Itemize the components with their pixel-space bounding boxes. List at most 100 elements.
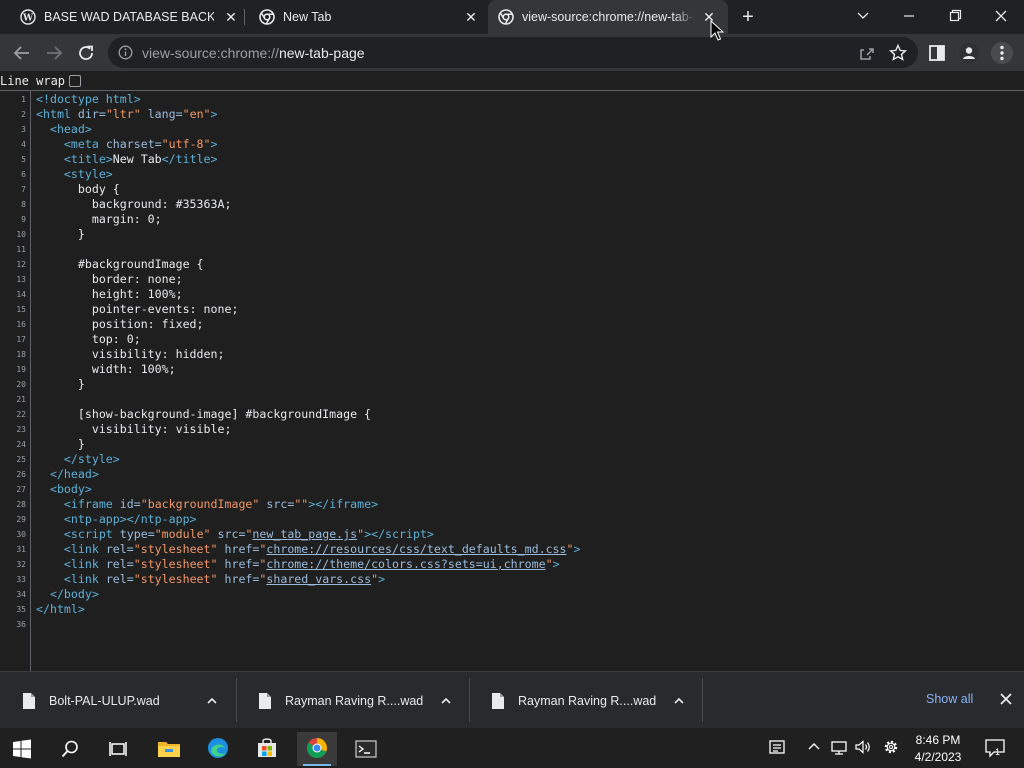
line-number: 13 bbox=[16, 275, 26, 284]
source-line: 33 <link rel="stylesheet" href="shared_v… bbox=[0, 572, 1000, 587]
line-number: 35 bbox=[16, 605, 26, 614]
line-source: <script type="module" src="new_tab_page.… bbox=[63, 527, 434, 541]
menu-dots-icon[interactable] bbox=[990, 41, 1014, 65]
source-line: 20 } bbox=[0, 377, 1000, 392]
line-number: 27 bbox=[16, 485, 26, 494]
share-icon[interactable] bbox=[855, 41, 879, 65]
line-number: 33 bbox=[16, 575, 26, 584]
search-icon bbox=[61, 740, 78, 758]
tab-title: New Tab bbox=[283, 10, 332, 24]
tab-close-icon[interactable]: ✕ bbox=[462, 8, 480, 26]
tab-base-wad[interactable]: W BASE WAD DATABASE BACKUP | WAD ✕ bbox=[0, 0, 244, 34]
line-source: <head> bbox=[49, 122, 92, 136]
system-clock[interactable]: 8:46 PM 4/2/2023 bbox=[908, 732, 968, 766]
forward-arrow-icon[interactable] bbox=[41, 40, 67, 66]
download-item[interactable]: Bolt-PAL-ULUP.wad bbox=[0, 680, 236, 722]
settings-gear-icon[interactable] bbox=[882, 738, 900, 756]
source-line: 1 <!doctype html> bbox=[0, 92, 1000, 107]
source-line: 25 </style> bbox=[0, 452, 1000, 467]
file-explorer-button[interactable] bbox=[149, 732, 189, 766]
line-number: 8 bbox=[21, 200, 26, 209]
profile-avatar-icon[interactable] bbox=[957, 41, 981, 65]
reload-icon[interactable] bbox=[73, 40, 99, 66]
chevron-up-icon[interactable] bbox=[672, 694, 686, 708]
chevron-up-icon[interactable] bbox=[439, 694, 453, 708]
source-line: 11 bbox=[0, 242, 1000, 257]
line-number: 14 bbox=[16, 290, 26, 299]
download-shelf: Bolt-PAL-ULUP.wad Rayman Raving R....wad… bbox=[0, 671, 1024, 728]
line-source: } bbox=[36, 377, 85, 391]
volume-icon[interactable] bbox=[854, 738, 872, 756]
terminal-button[interactable] bbox=[346, 732, 386, 766]
chevron-up-icon[interactable] bbox=[205, 694, 219, 708]
start-button[interactable] bbox=[2, 732, 42, 766]
download-item[interactable]: Rayman Raving R....wad bbox=[236, 680, 469, 722]
side-panel-icon[interactable] bbox=[925, 41, 949, 65]
line-source: height: 100%; bbox=[36, 287, 183, 301]
tab-view-source[interactable]: view-source:chrome://new-tab-page ✕ bbox=[488, 0, 728, 34]
line-number: 31 bbox=[16, 545, 26, 554]
minimize-icon[interactable] bbox=[894, 4, 924, 28]
line-source: visibility: hidden; bbox=[36, 347, 225, 361]
source-line: 5 <title>New Tab</title> bbox=[0, 152, 1000, 167]
tab-close-icon[interactable]: ✕ bbox=[222, 8, 240, 26]
source-line: 15 pointer-events: none; bbox=[0, 302, 1000, 317]
wordpress-icon: W bbox=[20, 9, 36, 25]
file-explorer-icon bbox=[158, 742, 180, 757]
tab-title: view-source:chrome://new-tab-page bbox=[522, 10, 695, 24]
download-item[interactable]: Rayman Raving R....wad bbox=[469, 680, 702, 722]
source-line: 29 <ntp-app></ntp-app> bbox=[0, 512, 1000, 527]
line-number: 6 bbox=[21, 170, 26, 179]
line-number: 10 bbox=[16, 230, 26, 239]
source-line: 18 visibility: hidden; bbox=[0, 347, 1000, 362]
news-widget-icon[interactable] bbox=[768, 738, 786, 756]
source-line: 17 top: 0; bbox=[0, 332, 1000, 347]
source-line: 2 <html dir="ltr" lang="en"> bbox=[0, 107, 1000, 122]
info-icon[interactable] bbox=[118, 45, 133, 60]
store-button[interactable] bbox=[247, 732, 287, 766]
new-tab-plus-icon[interactable]: + bbox=[738, 7, 758, 28]
line-wrap-checkbox[interactable] bbox=[69, 75, 82, 87]
chrome-icon bbox=[307, 738, 327, 758]
line-source: </html> bbox=[36, 602, 85, 616]
restore-icon[interactable] bbox=[940, 4, 970, 28]
download-filename: Rayman Raving R....wad bbox=[285, 694, 424, 708]
line-number: 28 bbox=[16, 500, 26, 509]
url-text: view-source:chrome://new-tab-page bbox=[142, 45, 365, 61]
show-all-downloads-link[interactable]: Show all bbox=[926, 692, 973, 706]
back-arrow-icon[interactable] bbox=[9, 40, 35, 66]
search-button[interactable] bbox=[50, 732, 90, 766]
tab-new-tab[interactable]: New Tab ✕ bbox=[244, 0, 488, 34]
line-number: 29 bbox=[16, 515, 26, 524]
line-source: visibility: visible; bbox=[36, 422, 232, 436]
source-line: 21 bbox=[0, 392, 1000, 407]
edge-button[interactable] bbox=[198, 732, 238, 766]
clock-time: 8:46 PM bbox=[915, 733, 961, 747]
chevron-up-icon[interactable] bbox=[805, 738, 823, 756]
network-icon[interactable] bbox=[830, 738, 848, 756]
line-number: 26 bbox=[16, 470, 26, 479]
tab-search-chevron-icon[interactable] bbox=[848, 4, 878, 28]
chrome-icon bbox=[498, 9, 514, 25]
close-window-icon[interactable] bbox=[986, 4, 1016, 28]
view-source-page: Line wrap 1 <!doctype html> 2 <html dir="lt… bbox=[0, 71, 1024, 671]
line-source: pointer-events: none; bbox=[36, 302, 239, 316]
file-icon bbox=[492, 693, 504, 709]
source-line: 12 #backgroundImage { bbox=[0, 257, 1000, 272]
bookmark-star-icon[interactable] bbox=[886, 41, 910, 65]
source-line: 9 margin: 0; bbox=[0, 212, 1000, 227]
line-source: <style> bbox=[63, 167, 113, 181]
line-source: margin: 0; bbox=[36, 212, 162, 226]
chrome-taskbar-button[interactable] bbox=[297, 732, 337, 766]
address-bar[interactable]: view-source:chrome://new-tab-page bbox=[108, 37, 918, 68]
line-wrap-control[interactable]: Line wrap bbox=[0, 73, 82, 89]
line-number: 16 bbox=[16, 320, 26, 329]
line-source: top: 0; bbox=[36, 332, 141, 346]
file-icon bbox=[259, 693, 271, 709]
source-line: 31 <link rel="stylesheet" href="chrome:/… bbox=[0, 542, 1000, 557]
close-shelf-icon[interactable] bbox=[997, 690, 1015, 708]
windows-taskbar: 8:46 PM 4/2/2023 1 bbox=[0, 728, 1024, 768]
line-source: } bbox=[36, 437, 85, 451]
task-view-button[interactable] bbox=[98, 732, 138, 766]
source-line: 7 body { bbox=[0, 182, 1000, 197]
